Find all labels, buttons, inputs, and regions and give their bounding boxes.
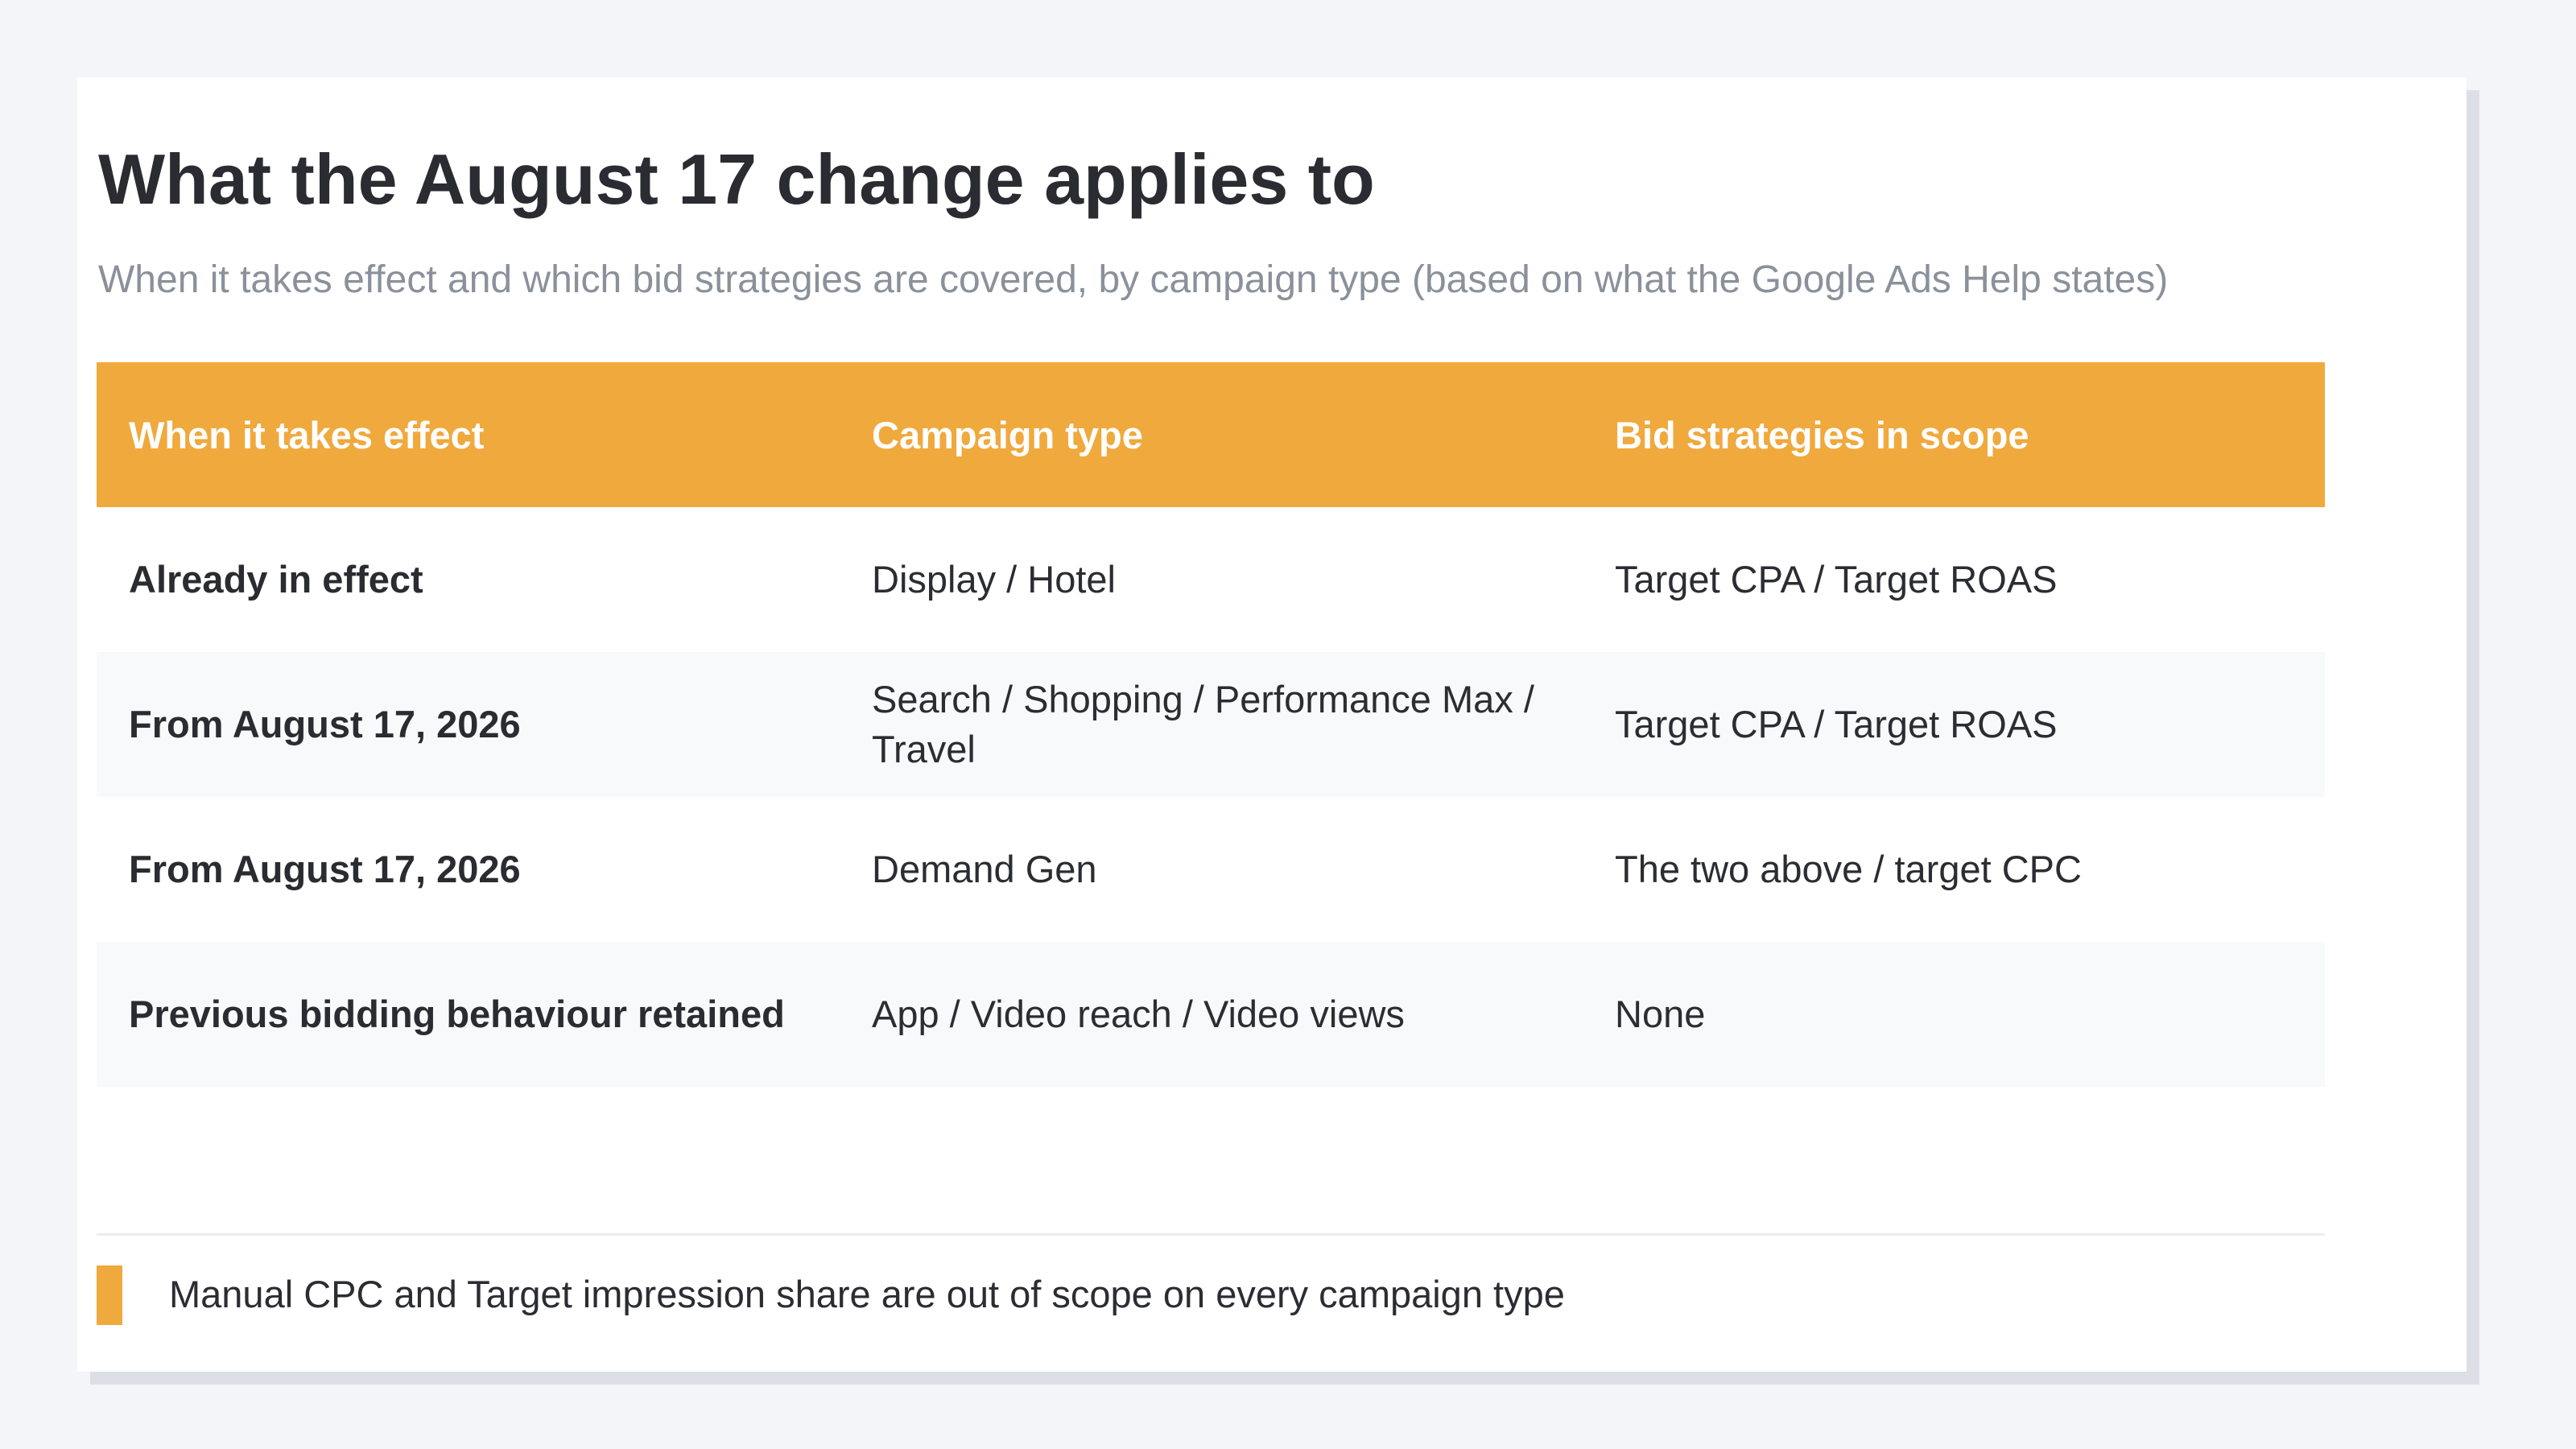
table-header: When it takes effect Campaign type Bid s… — [97, 362, 2325, 507]
table-row: Already in effect Display / Hotel Target… — [97, 507, 2325, 652]
footnote: Manual CPC and Target impression share a… — [169, 1273, 1565, 1315]
cell-when: Already in effect — [129, 558, 423, 601]
column-header-bid-strategies: Bid strategies in scope — [1615, 413, 2029, 456]
table-row: From August 17, 2026 Search / Shopping /… — [97, 652, 2325, 797]
cell-when: Previous bidding behaviour retained — [129, 993, 785, 1035]
page-subtitle: When it takes effect and which bid strat… — [98, 258, 2169, 301]
scope-table: When it takes effect Campaign type Bid s… — [97, 362, 2325, 1087]
column-header-when: When it takes effect — [129, 413, 485, 456]
table-row: Previous bidding behaviour retained App … — [97, 942, 2325, 1087]
cell-bid-strategies: None — [1615, 993, 1706, 1035]
cell-bid-strategies: Target CPA / Target ROAS — [1615, 558, 2058, 601]
cell-campaign-type: Display / Hotel — [872, 558, 1116, 601]
cell-bid-strategies: The two above / target CPC — [1615, 848, 2082, 890]
cell-campaign-type: Search / Shopping / Performance Max / Tr… — [872, 678, 1534, 770]
cell-when: From August 17, 2026 — [129, 848, 521, 890]
table-row: From August 17, 2026 Demand Gen The two … — [97, 797, 2325, 942]
cell-campaign-type: App / Video reach / Video views — [872, 993, 1405, 1035]
page-title: What the August 17 change applies to — [98, 139, 1375, 219]
cell-campaign-type: Demand Gen — [872, 848, 1097, 890]
note-accent-bar — [97, 1265, 122, 1325]
cell-bid-strategies: Target CPA / Target ROAS — [1615, 703, 2058, 745]
cell-when: From August 17, 2026 — [129, 703, 521, 745]
footer-divider — [97, 1233, 2325, 1236]
column-header-campaign-type: Campaign type — [872, 413, 1143, 456]
